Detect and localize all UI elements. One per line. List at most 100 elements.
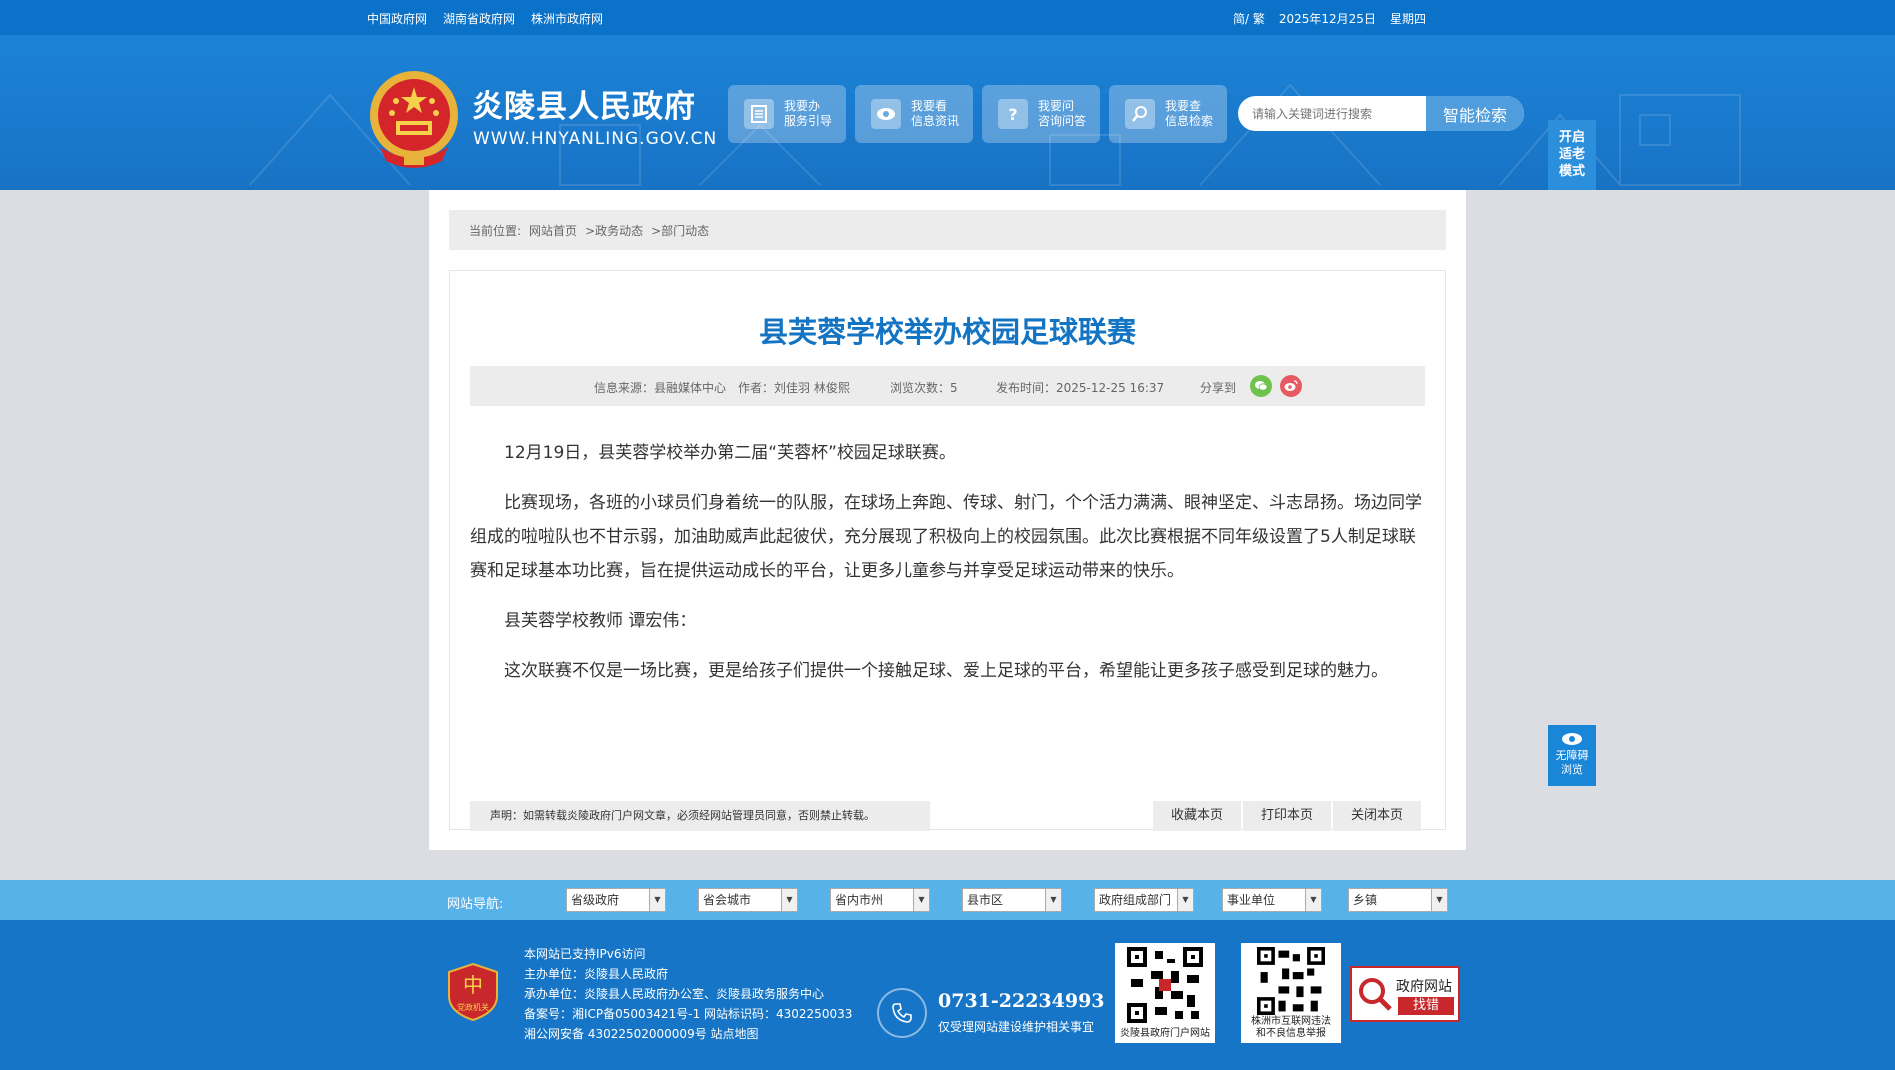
footer: 中 党政机关 本网站已支持IPv6访问 主办单位：炎陵县人民政府 承办单位：炎陵… [0, 920, 1895, 1070]
article-paragraph: 12月19日，县芙蓉学校举办第二届“芙蓉杯”校园足球联赛。 [504, 443, 956, 463]
select-value: 县市区 [967, 893, 1004, 907]
link-central-gov[interactable]: 中国政府网 [367, 10, 427, 27]
service-sublabel: 信息资讯 [911, 114, 960, 128]
party-gov-badge-icon[interactable]: 中 党政机关 [447, 962, 499, 1022]
article-actions: 收藏本页 打印本页 关闭本页 [1153, 801, 1421, 831]
link-zhuzhou-gov[interactable]: 株洲市政府网 [531, 10, 603, 27]
breadcrumb-home[interactable]: 网站首页 [529, 222, 577, 239]
link-hunan-gov[interactable]: 湖南省政府网 [443, 10, 515, 27]
service-label: 我要查 [1165, 99, 1202, 113]
document-icon [744, 99, 774, 129]
top-bar: 中国政府网 湖南省政府网 株洲市政府网 简/ 繁 2025年12月25日 星期四 [0, 0, 1895, 35]
service-sublabel: 信息检索 [1165, 114, 1214, 128]
svg-text:中: 中 [463, 973, 483, 997]
search-input[interactable] [1252, 96, 1412, 131]
site-nav-label: 网站导航: [447, 897, 504, 912]
error-report-line1: 政府网站 [1396, 979, 1452, 995]
footer-info-line[interactable]: 湘公网安备 43022502000009号 站点地图 [524, 1024, 852, 1044]
site-title: 炎陵县人民政府 [472, 89, 696, 125]
chevron-down-icon: ▼ [1431, 889, 1447, 911]
magnifier-icon [1359, 978, 1392, 1011]
service-label: 我要问 [1038, 99, 1075, 113]
footer-info-line: 本网站已支持IPv6访问 [524, 947, 646, 961]
service-search-button[interactable]: 我要查 信息检索 [1109, 85, 1227, 143]
bookmark-page-button[interactable]: 收藏本页 [1153, 801, 1241, 831]
select-value: 省会城市 [703, 893, 752, 907]
print-page-button[interactable]: 打印本页 [1243, 801, 1331, 831]
footer-info-line[interactable]: 备案号：湘ICP备05003421号-1 网站标识码：4302250033 [524, 1004, 852, 1024]
select-value: 政府组成部门 [1099, 893, 1172, 907]
search-icon [1125, 99, 1155, 129]
current-weekday: 星期四 [1389, 12, 1426, 26]
qr-code-icon [1127, 947, 1203, 1023]
national-emblem-icon [370, 71, 458, 168]
select-towns[interactable]: 乡镇 ▼ [1348, 888, 1448, 912]
wechat-share-icon[interactable] [1250, 375, 1272, 397]
select-public-institutions[interactable]: 事业单位 ▼ [1222, 888, 1322, 912]
site-navigation: 网站导航: 省级政府 ▼ 省会城市 ▼ 省内市州 ▼ 县市区 ▼ 政府组成部门 ▼ 事业单… [0, 880, 1895, 920]
service-sublabel: 咨询问答 [1038, 114, 1087, 128]
chevron-down-icon: ▼ [1177, 889, 1193, 911]
qr-caption: 炎陵县政府门户网站 [1120, 1028, 1210, 1039]
select-cities[interactable]: 省内市州 ▼ [830, 888, 930, 912]
article-paragraph: 县芙蓉学校教师 谭宏伟： [504, 611, 697, 631]
select-value: 乡镇 [1353, 893, 1378, 907]
meta-share-label: 分享到 [1200, 381, 1237, 395]
chevron-down-icon: ▼ [1305, 889, 1321, 911]
elderly-mode-line: 适老 [1558, 147, 1585, 162]
breadcrumb-dept-news[interactable]: >部门动态 [651, 222, 709, 239]
qr-caption-line: 和不良信息举报 [1256, 1028, 1326, 1039]
phone-number: 0731-22234993 [938, 990, 1105, 1012]
chevron-down-icon: ▼ [1045, 889, 1061, 911]
current-date: 2025年12月25日 [1278, 12, 1376, 26]
service-sublabel: 服务引导 [784, 114, 833, 128]
breadcrumb-gov-news[interactable]: >政务动态 [585, 222, 643, 239]
party-badge-label: 党政机关 [457, 1002, 489, 1012]
select-value: 省内市州 [835, 893, 884, 907]
gov-site-error-report-button[interactable]: 政府网站 找错 [1350, 966, 1460, 1022]
smart-search-button[interactable]: 智能检索 [1426, 96, 1524, 131]
top-right: 简/ 繁 2025年12月25日 星期四 [1233, 10, 1426, 27]
service-do-button[interactable]: 我要办 服务引导 [728, 85, 846, 143]
chevron-down-icon: ▼ [649, 889, 665, 911]
select-provincial-gov[interactable]: 省级政府 ▼ [566, 888, 666, 912]
meta-views: 浏览次数：5 [890, 381, 958, 395]
accessibility-line: 无障碍 [1555, 749, 1589, 762]
meta-author: 作者：刘佳羽 林俊熙 [738, 381, 850, 395]
site-url: WWW.HNYANLING.GOV.CN [473, 129, 718, 149]
article-title: 县芙蓉学校举办校园足球联赛 [758, 315, 1136, 349]
article-body: 12月19日，县芙蓉学校举办第二届“芙蓉杯”校园足球联赛。 比赛现场，各班的小球… [470, 436, 1425, 704]
search-box: 智能检索 [1238, 96, 1524, 131]
phone-note: 仅受理网站建设维护相关事宜 [938, 1020, 1095, 1034]
qr-code-portal: 炎陵县政府门户网站 [1115, 943, 1215, 1043]
error-report-line2: 找错 [1398, 997, 1454, 1015]
chevron-down-icon: ▼ [781, 889, 797, 911]
header: 炎陵县人民政府 WWW.HNYANLING.GOV.CN 我要办 服务引导 我要看… [0, 35, 1895, 190]
phone-icon [877, 988, 927, 1038]
qr-code-report: 株洲市互联网违法 和不良信息举报 [1241, 943, 1341, 1043]
eye-icon [871, 99, 901, 129]
close-page-button[interactable]: 关闭本页 [1333, 801, 1421, 831]
weibo-share-icon[interactable] [1280, 375, 1302, 397]
accessibility-button[interactable]: 无障碍 浏览 [1548, 725, 1596, 786]
question-icon: ? [998, 99, 1028, 129]
article: 县芙蓉学校举办校园足球联赛 信息来源：县融媒体中心 作者：刘佳羽 林俊熙 浏览次… [449, 270, 1446, 831]
eye-icon [1562, 733, 1582, 745]
select-value: 省级政府 [571, 893, 620, 907]
elderly-mode-button[interactable]: 开启 适老 模式 [1548, 120, 1596, 190]
breadcrumb-prefix: 当前位置: [469, 223, 522, 238]
service-label: 我要看 [911, 99, 948, 113]
footer-info-line: 主办单位：炎陵县人民政府 [524, 967, 669, 981]
footer-info: 本网站已支持IPv6访问 主办单位：炎陵县人民政府 承办单位：炎陵县人民政府办公… [524, 944, 852, 1044]
qr-caption-line: 株洲市互联网违法 [1251, 1016, 1331, 1027]
qr-caption: 株洲市互联网违法 和不良信息举报 [1241, 1016, 1341, 1040]
service-ask-button[interactable]: ? 我要问 咨询问答 [982, 85, 1100, 143]
content-area: 当前位置: 网站首页 >政务动态 >部门动态 县芙蓉学校举办校园足球联赛 信息来… [429, 190, 1466, 850]
service-view-button[interactable]: 我要看 信息资讯 [855, 85, 973, 143]
select-provincial-capitals[interactable]: 省会城市 ▼ [698, 888, 798, 912]
select-counties[interactable]: 县市区 ▼ [962, 888, 1062, 912]
select-gov-departments[interactable]: 政府组成部门 ▼ [1094, 888, 1194, 912]
lang-switch[interactable]: 简/ 繁 [1233, 10, 1265, 27]
article-paragraph: 这次联赛不仅是一场比赛，更是给孩子们提供一个接触足球、爱上足球的平台，希望能让更… [504, 661, 1388, 681]
qr-code-icon [1257, 947, 1325, 1015]
